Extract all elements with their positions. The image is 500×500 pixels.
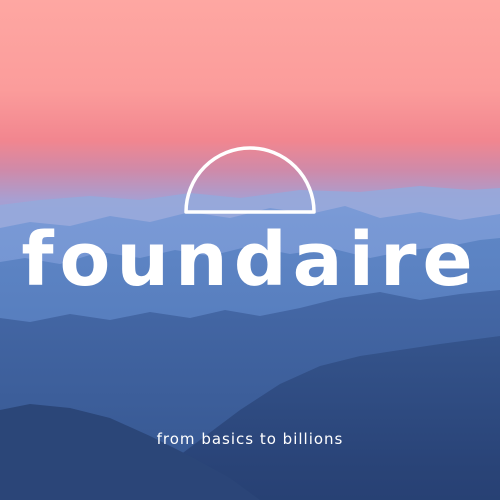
mist-band bbox=[0, 470, 500, 500]
brand-tagline: from basics to billions bbox=[156, 430, 344, 448]
brand-wordmark: foundaire bbox=[21, 217, 479, 303]
